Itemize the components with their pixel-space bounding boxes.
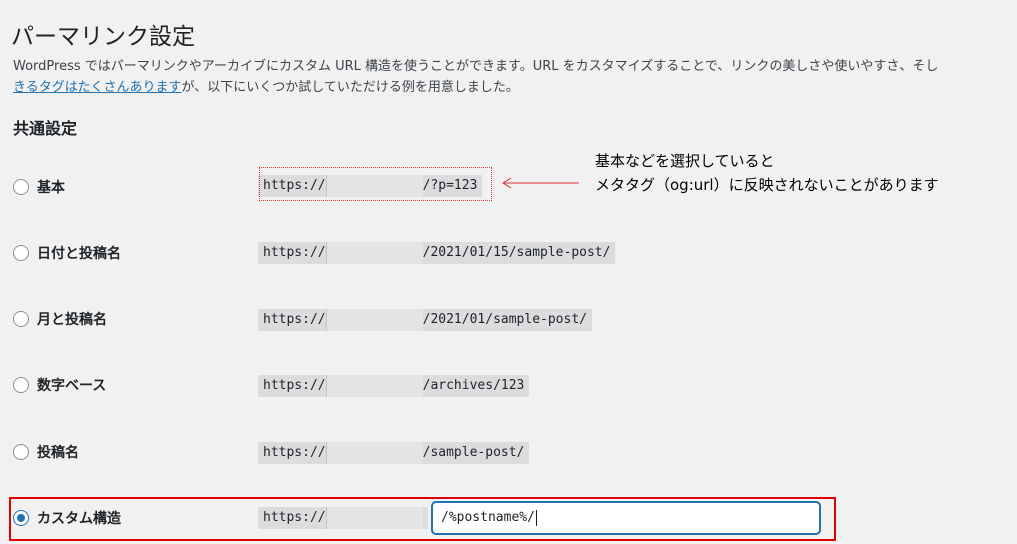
annotation-note: 基本などを選択していると メタタグ（og:url）に反映されないことがあります — [595, 149, 939, 197]
annotation-line-2: メタタグ（og:url）に反映されないことがあります — [595, 176, 939, 194]
post-name-url-example: https:///sample-post/ — [258, 442, 530, 464]
day-and-name-url-example: https:///2021/01/15/sample-post/ — [258, 242, 616, 264]
radio-month-and-name[interactable] — [13, 311, 29, 327]
intro-text: WordPress ではパーマリンクやアーカイブにカスタム URL 構造を使うこ… — [13, 56, 1017, 98]
radio-post-name[interactable] — [13, 444, 29, 460]
custom-structure-url-prefix: https:// — [258, 507, 428, 529]
text-cursor — [535, 509, 537, 526]
section-title-common-settings: 共通設定 — [13, 119, 78, 138]
redacted-domain — [325, 442, 423, 464]
option-plain-label: 基本 — [37, 180, 65, 196]
redacted-domain — [325, 242, 423, 264]
radio-plain[interactable] — [13, 179, 29, 195]
option-custom-structure-label: カスタム構造 — [37, 511, 121, 527]
redacted-domain — [325, 309, 423, 331]
option-day-and-name-label: 日付と投稿名 — [37, 246, 121, 262]
option-plain[interactable]: 基本 — [13, 177, 65, 197]
month-and-name-url-example: https:///2021/01/sample-post/ — [258, 309, 592, 331]
option-custom-structure[interactable]: カスタム構造 — [13, 508, 121, 528]
intro-line-2-text: が、以下にいくつか試していただける例を用意しました。 — [181, 80, 519, 95]
option-post-name[interactable]: 投稿名 — [13, 442, 79, 462]
option-month-and-name-label: 月と投稿名 — [37, 312, 107, 328]
radio-numeric[interactable] — [13, 377, 29, 393]
intro-line-1: WordPress ではパーマリンクやアーカイブにカスタム URL 構造を使うこ… — [13, 59, 939, 74]
option-numeric-label: 数字ベース — [37, 378, 107, 394]
intro-line-2: きるタグはたくさんありますが、以下にいくつか試していただける例を用意しました。 — [13, 77, 1017, 98]
radio-day-and-name[interactable] — [13, 245, 29, 261]
redacted-domain — [325, 507, 423, 529]
annotation-line-1: 基本などを選択していると — [595, 152, 775, 170]
option-day-and-name[interactable]: 日付と投稿名 — [13, 243, 121, 263]
annotation-arrow-icon — [502, 177, 579, 189]
plain-highlight-box — [259, 167, 492, 201]
radio-custom-structure[interactable] — [13, 510, 29, 526]
available-tags-link[interactable]: きるタグはたくさんあります — [13, 80, 181, 95]
option-post-name-label: 投稿名 — [37, 445, 79, 461]
option-month-and-name[interactable]: 月と投稿名 — [13, 309, 107, 329]
numeric-url-example: https:///archives/123 — [258, 375, 530, 397]
redacted-domain — [325, 375, 423, 397]
custom-structure-input[interactable]: /%postname%/ — [432, 502, 820, 534]
option-numeric[interactable]: 数字ベース — [13, 375, 106, 395]
page-title: パーマリンク設定 — [11, 24, 195, 51]
